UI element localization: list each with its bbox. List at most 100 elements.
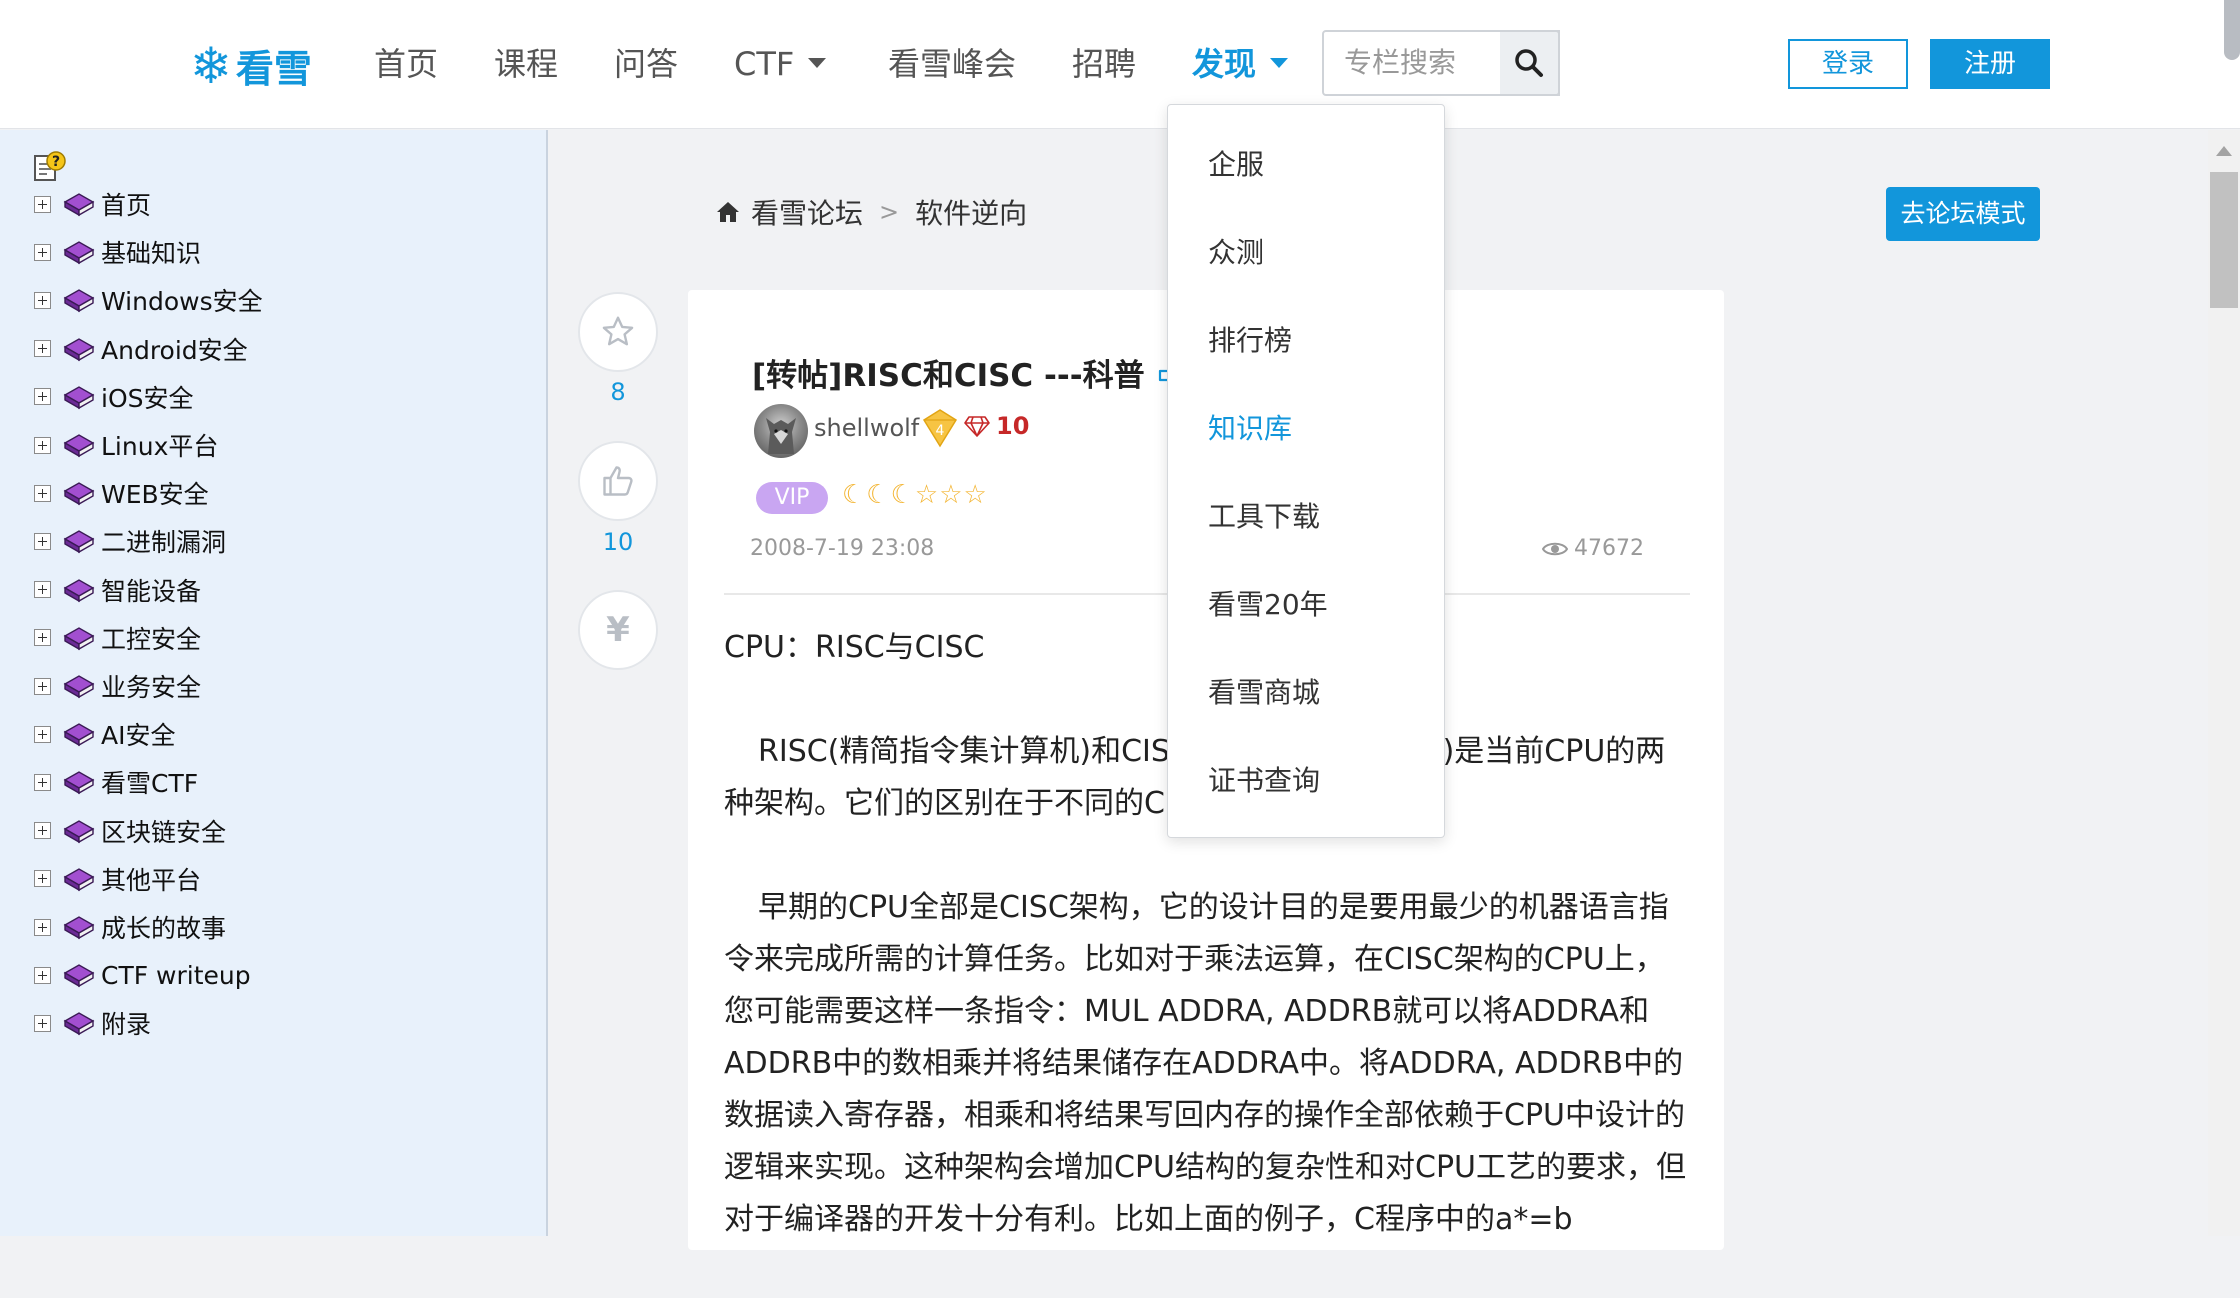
sidebar-tree-label: 区块链安全: [101, 817, 227, 847]
book-icon: [63, 530, 95, 554]
book-icon: [63, 867, 95, 892]
nav-jobs[interactable]: 招聘: [1072, 40, 1136, 88]
expand-plus-icon[interactable]: [34, 1014, 51, 1032]
chevron-down-icon: [808, 58, 827, 68]
sidebar-tree-item[interactable]: 智能设备: [34, 570, 201, 610]
sidebar-tree-label: 二进制漏洞: [101, 528, 227, 558]
dropdown-item-store[interactable]: 看雪商城: [1208, 671, 1320, 711]
sidebar-tree-item[interactable]: 工控安全: [34, 618, 201, 658]
sidebar-tree-item[interactable]: 看雪CTF: [34, 762, 198, 802]
dropdown-item-enterprise[interactable]: 企服: [1208, 143, 1264, 183]
sidebar-tree-item[interactable]: 成长的故事: [34, 907, 226, 947]
book-icon: [63, 434, 95, 458]
sidebar-tree-label: Windows安全: [101, 287, 263, 317]
nav-qa[interactable]: 问答: [614, 40, 678, 88]
sidebar-tree-label: 工控安全: [101, 624, 202, 654]
nav-discover[interactable]: 发现: [1192, 40, 1289, 88]
sidebar-tree-label: 看雪CTF: [101, 769, 199, 799]
expand-plus-icon[interactable]: [34, 581, 51, 599]
nav-course[interactable]: 课程: [494, 40, 558, 88]
expand-plus-icon[interactable]: [34, 822, 51, 840]
expand-plus-icon[interactable]: [34, 725, 51, 743]
eye-icon: [1542, 542, 1568, 555]
dropdown-item-tools[interactable]: 工具下载: [1208, 495, 1320, 535]
breadcrumb-separator: >: [879, 198, 900, 226]
book-icon: [63, 819, 95, 843]
edit-pointer-icon[interactable]: ?: [33, 150, 67, 188]
expand-plus-icon[interactable]: [34, 436, 51, 454]
window-scroll-nub: [2224, 0, 2240, 60]
book-icon: [63, 916, 95, 940]
tip-button[interactable]: ¥: [578, 590, 658, 670]
sidebar-tree-item[interactable]: Android安全: [34, 329, 248, 369]
sidebar-tree-label: 基础知识: [101, 239, 202, 269]
sidebar-tree-label: 首页: [101, 191, 152, 220]
sidebar-tree-item[interactable]: CTF writeup: [34, 955, 251, 995]
expand-plus-icon[interactable]: [34, 966, 51, 984]
register-button[interactable]: 注册: [1930, 39, 2050, 89]
dropdown-item-crowdtest[interactable]: 众测: [1208, 231, 1264, 271]
sidebar-tree-item[interactable]: 业务安全: [34, 666, 201, 706]
favorite-count: 8: [610, 378, 626, 406]
sidebar-tree-item[interactable]: 二进制漏洞: [34, 521, 226, 561]
scroll-up-arrow[interactable]: [2216, 146, 2232, 156]
expand-plus-icon[interactable]: [34, 773, 51, 791]
sidebar-tree-item[interactable]: Linux平台: [34, 425, 218, 465]
sidebar-tree-label: 附录: [101, 1010, 152, 1040]
scroll-thumb[interactable]: [2210, 172, 2238, 308]
expand-plus-icon[interactable]: [34, 195, 51, 213]
book-icon: [63, 241, 95, 265]
expand-plus-icon[interactable]: [34, 484, 51, 502]
expand-plus-icon[interactable]: [34, 388, 51, 406]
expand-plus-icon[interactable]: [34, 918, 51, 936]
nav-summit[interactable]: 看雪峰会: [888, 40, 1016, 88]
breadcrumb-section[interactable]: 软件逆向: [915, 192, 1027, 232]
post-title-text: [转帖]RISC和CISC ---科普: [752, 358, 1145, 394]
sidebar-tree-label: iOS安全: [101, 383, 194, 413]
dropdown-item-knowledge-base[interactable]: 知识库: [1208, 407, 1292, 447]
dropdown-item-leaderboard[interactable]: 排行榜: [1208, 319, 1292, 359]
like-button[interactable]: [578, 441, 658, 521]
post-title: [转帖]RISC和CISC ---科普: [752, 350, 1189, 395]
nav-home[interactable]: 首页: [374, 40, 438, 88]
expand-plus-icon[interactable]: [34, 870, 51, 888]
sidebar-tree-item[interactable]: 基础知识: [34, 232, 201, 272]
level-badge: 4: [922, 408, 958, 452]
sidebar-tree-item[interactable]: 其他平台: [34, 859, 201, 899]
book-icon: [63, 385, 95, 410]
dropdown-item-certificate[interactable]: 证书查询: [1208, 759, 1320, 799]
dropdown-item-20-years[interactable]: 看雪20年: [1208, 583, 1328, 623]
sidebar-tree-item[interactable]: Windows安全: [34, 280, 263, 320]
sidebar-tree-item[interactable]: iOS安全: [34, 377, 194, 417]
author-name[interactable]: shellwolf: [814, 414, 919, 442]
yen-icon: ¥: [606, 610, 630, 650]
nav-ctf[interactable]: CTF: [734, 40, 827, 88]
login-button[interactable]: 登录: [1788, 39, 1908, 89]
nav-ctf-label: CTF: [734, 45, 795, 83]
breadcrumb: 看雪论坛 > 软件逆向: [715, 192, 1027, 232]
expand-plus-icon[interactable]: [34, 340, 51, 358]
svg-text:?: ?: [52, 154, 60, 170]
page-scrollbar[interactable]: [2208, 130, 2240, 1236]
sidebar-tree-item[interactable]: WEB安全: [34, 473, 209, 513]
forum-mode-button[interactable]: 去论坛模式: [1886, 187, 2040, 241]
expand-plus-icon[interactable]: [34, 243, 51, 261]
expand-plus-icon[interactable]: [34, 291, 51, 309]
view-count-number: 47672: [1574, 536, 1644, 561]
sidebar-tree-item[interactable]: 附录: [34, 1003, 151, 1043]
sidebar-tree-label: 业务安全: [101, 673, 202, 702]
site-logo[interactable]: ❄ 看雪: [190, 38, 312, 93]
avatar[interactable]: [754, 404, 808, 458]
sidebar-tree-item[interactable]: 区块链安全: [34, 811, 226, 851]
sidebar-tree-item[interactable]: AI安全: [34, 714, 175, 754]
expand-plus-icon[interactable]: [34, 532, 51, 550]
thumbs-up-icon: [603, 466, 633, 496]
book-icon: [63, 1012, 95, 1036]
favorite-button[interactable]: [578, 292, 658, 372]
expand-plus-icon[interactable]: [34, 677, 51, 695]
post-paragraph: 早期的CPU全部是CISC架构，它的设计目的是要用最少的机器语言指令来完成所需的…: [724, 890, 1686, 1237]
expand-plus-icon[interactable]: [34, 629, 51, 647]
sidebar-tree-item[interactable]: 首页: [34, 184, 151, 224]
search-button[interactable]: [1500, 30, 1560, 96]
breadcrumb-forum[interactable]: 看雪论坛: [751, 192, 863, 232]
